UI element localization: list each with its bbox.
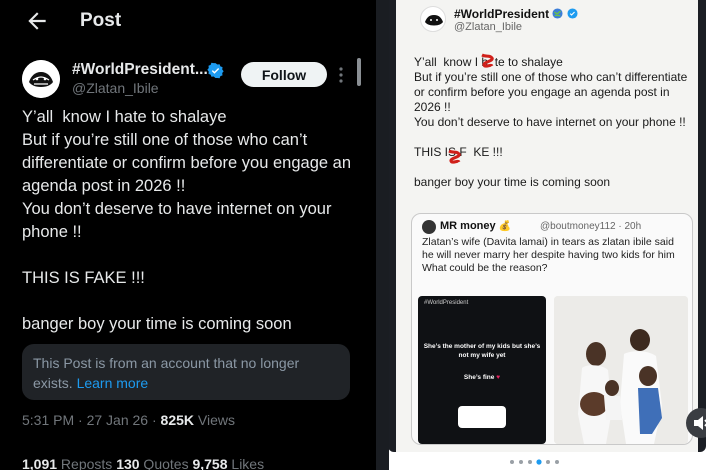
- arrow-left-icon[interactable]: [24, 8, 50, 34]
- scrollbar-thumb[interactable]: [357, 58, 361, 86]
- money-bag-icon: 💰: [498, 221, 512, 232]
- learn-more-link[interactable]: Learn more: [77, 375, 149, 391]
- red-scribble-mark: [448, 149, 461, 164]
- speaker-muted-icon: [694, 416, 706, 430]
- heart-icon: ♥: [496, 374, 501, 381]
- avatar-logo-icon: [425, 15, 443, 26]
- page-title: Post: [80, 10, 122, 31]
- tweet-line: Y’all know I h te to shalaye: [414, 55, 563, 69]
- story-header: #WorldPresident: [424, 300, 469, 306]
- views-count: 825K: [160, 412, 194, 428]
- author-name-text: #WorldPresident: [454, 7, 550, 21]
- tweet-text: Y’all know I hate to shalaye But if you’…: [22, 106, 362, 336]
- avatar: [422, 220, 436, 234]
- tweet-line: But if you’re still one of those who can…: [414, 70, 691, 114]
- attached-image-pane: #WorldPresident @Zlatan_Ibile Y’all know…: [376, 0, 720, 470]
- quoted-text: Zlatan’s wife (Davita lamai) in tears as…: [422, 236, 675, 274]
- top-bar: Post: [0, 0, 376, 44]
- tweet-line: You don’t deserve to have internet on yo…: [414, 115, 686, 129]
- views-label: Views: [194, 412, 235, 428]
- avatar[interactable]: [22, 60, 60, 98]
- tweet-line: You don’t deserve to have internet on yo…: [22, 200, 337, 241]
- tweet-line: THIS IS FAKE !!!: [22, 269, 145, 287]
- story-message: She’s the mother of my kids but she’s no…: [423, 343, 541, 359]
- globe-icon: [552, 8, 564, 19]
- avatar: [420, 6, 446, 32]
- author-handle: @Zlatan_Ibile: [454, 21, 523, 33]
- tweet-line: [22, 244, 362, 267]
- likes-label[interactable]: Likes: [228, 456, 264, 470]
- quotes-count[interactable]: 130: [116, 456, 139, 470]
- media-viewer: #WorldPresident @Zlatan_Ibile Y’all know…: [388, 0, 706, 452]
- tweet-line: banger boy your time is coming soon: [22, 315, 292, 333]
- verified-badge-icon: [207, 62, 224, 79]
- screenshot-image: #WorldPresident @Zlatan_Ibile Y’all know…: [396, 0, 698, 452]
- quoted-handle-time: @boutmoney112 · 20h: [540, 221, 642, 232]
- post-timestamp[interactable]: 5:31 PM · 27 Jan 26 ·: [22, 412, 161, 428]
- more-vertical-icon[interactable]: [337, 66, 345, 84]
- story-caption-text: She’s fine: [463, 374, 495, 381]
- post-stats: 1,091 Reposts 130 Quotes 9,758 Likes: [22, 456, 264, 470]
- family-photo-icon: [554, 296, 688, 444]
- author-handle[interactable]: @Zlatan_Ibile: [72, 80, 159, 96]
- quoted-image-story: #WorldPresident She’s the mother of my k…: [418, 296, 546, 444]
- story-caption: She’s fine ♥: [418, 374, 546, 381]
- likes-count[interactable]: 9,758: [192, 456, 227, 470]
- mute-button[interactable]: [686, 408, 706, 438]
- carousel-dots[interactable]: [506, 458, 566, 466]
- tweet-line: [22, 290, 362, 313]
- notice-text: This Post is from an account that no lon…: [33, 355, 300, 391]
- tweet-line: But if you’re still one of those who can…: [22, 131, 356, 195]
- tweet-line: [414, 130, 694, 145]
- deleted-account-notice: This Post is from an account that no lon…: [22, 344, 350, 400]
- post-detail-pane: Post #WorldPresident... @Zlatan_Ibile Fo…: [0, 0, 376, 470]
- avatar-logo-icon: [22, 60, 60, 98]
- story-reply-card: [458, 406, 506, 428]
- reposts-label[interactable]: Reposts: [57, 456, 116, 470]
- author-name[interactable]: #WorldPresident...: [72, 61, 208, 79]
- quoted-author-name: MR money 💰: [440, 220, 511, 232]
- tweet-line: Y’all know I hate to shalaye: [22, 108, 227, 126]
- author-name: #WorldPresident: [454, 7, 578, 21]
- screenshot-tweet-text: Y’all know I h te to shalaye But if you’…: [414, 55, 694, 190]
- follow-button[interactable]: Follow: [241, 62, 327, 87]
- reposts-count[interactable]: 1,091: [22, 456, 57, 470]
- post-meta: 5:31 PM · 27 Jan 26 · 825K Views: [22, 412, 235, 428]
- tweet-line: banger boy your time is coming soon: [414, 175, 611, 189]
- pane-divider: [376, 0, 389, 470]
- quotes-label[interactable]: Quotes: [140, 456, 193, 470]
- red-scribble-mark: [481, 53, 494, 68]
- quoted-image-family-photo: [554, 296, 688, 444]
- quoted-author-name-text: MR money: [440, 220, 496, 232]
- quoted-post: MR money 💰 @boutmoney112 · 20h Zlatan’s …: [411, 213, 693, 445]
- verified-badge-icon: [567, 8, 578, 19]
